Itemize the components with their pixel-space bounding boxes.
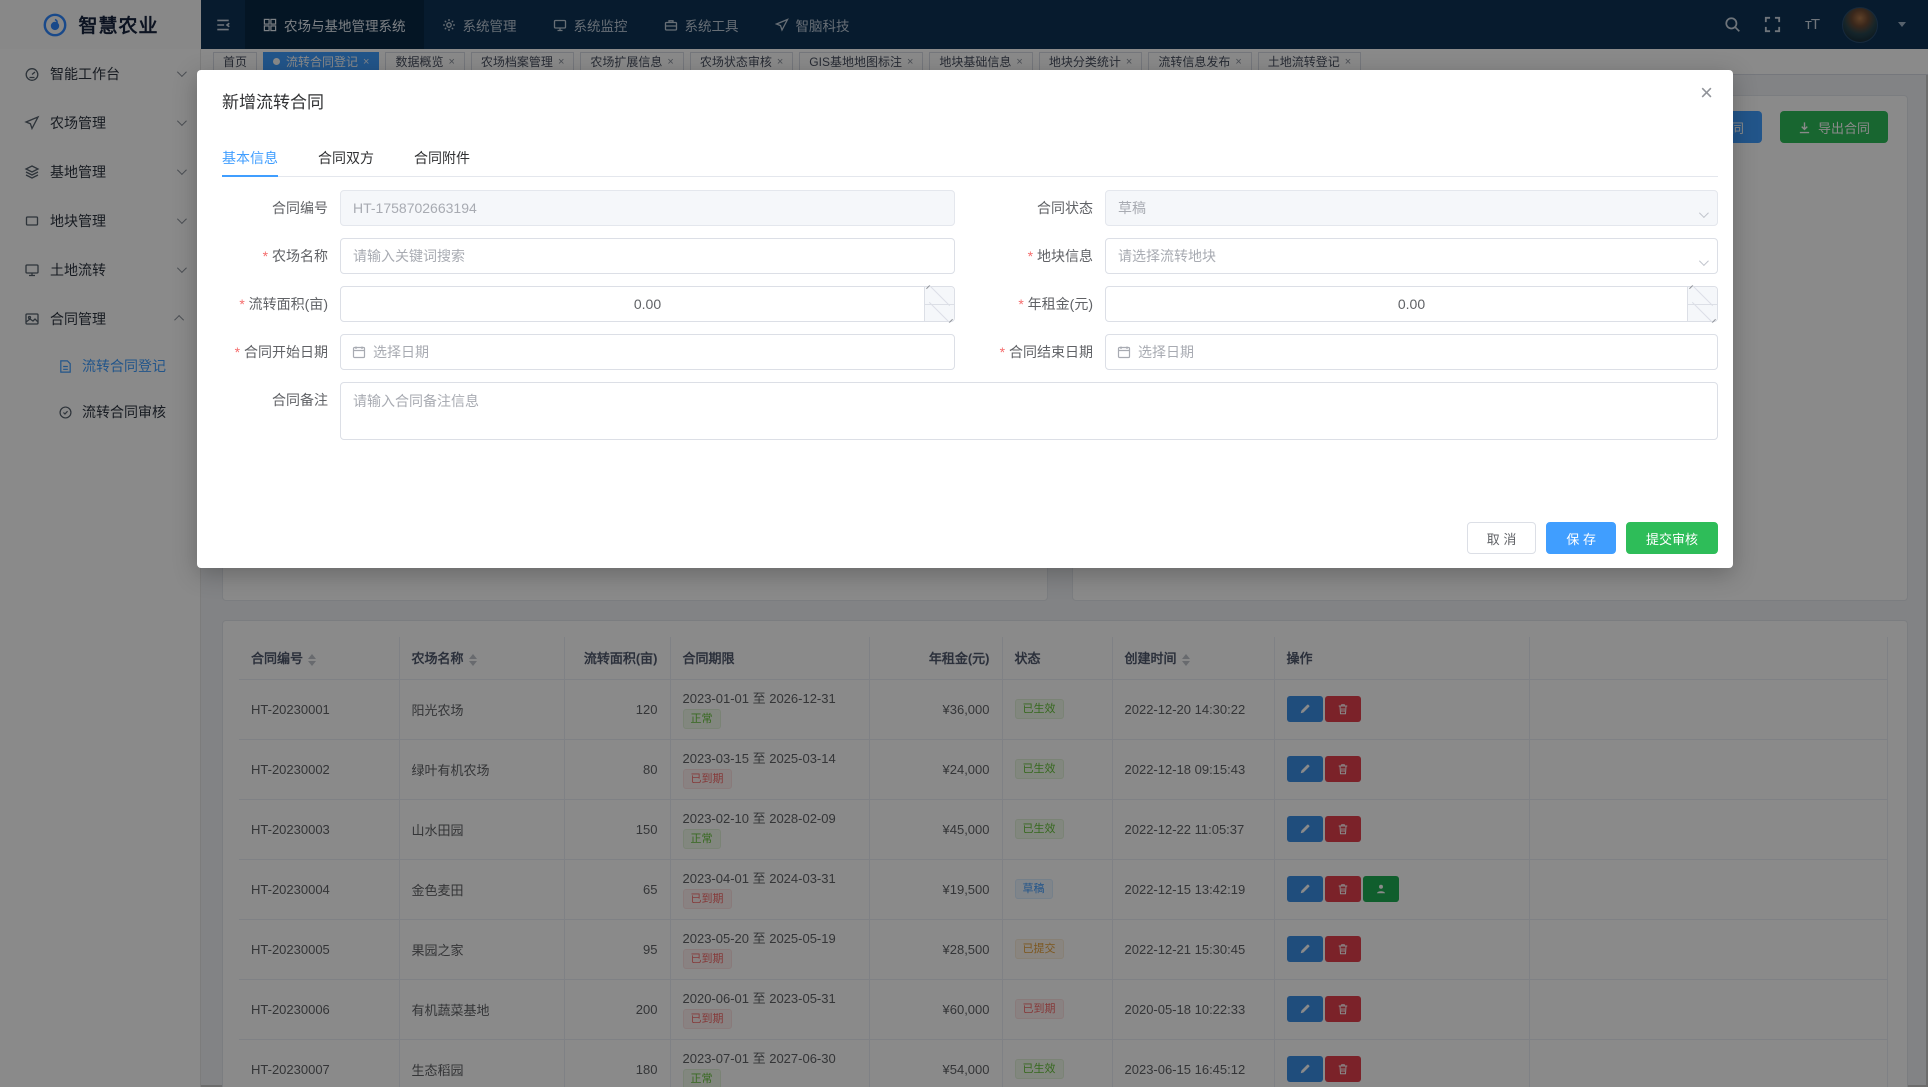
dialog-tabs: 基本信息 合同双方 合同附件 (222, 148, 1718, 177)
farm-name-field[interactable] (340, 238, 955, 274)
contract-no-label: 合同编号 (222, 198, 340, 218)
contract-status-value (1106, 191, 1717, 225)
calendar-icon (1117, 345, 1131, 359)
farm-name-label: 农场名称 (222, 246, 340, 266)
annual-rent-input[interactable] (1106, 287, 1717, 321)
end-date-picker[interactable] (1105, 334, 1718, 370)
dialog-footer: 取 消 保 存 提交审核 (1467, 522, 1718, 554)
contract-form: 合同编号 合同状态 农场名称 地块信息 (222, 190, 1718, 452)
plot-info-select[interactable] (1105, 238, 1718, 274)
contract-status-select (1105, 190, 1718, 226)
number-spinner (1687, 287, 1717, 321)
start-date-picker[interactable] (340, 334, 955, 370)
tab-contract-attachments[interactable]: 合同附件 (414, 148, 470, 176)
transfer-area-label: 流转面积(亩) (222, 294, 340, 314)
tab-contract-parties[interactable]: 合同双方 (318, 148, 374, 176)
decrease-icon[interactable] (925, 305, 954, 322)
app-window: 智慧农业 农场与基地管理系统 系统管理 系统监控 系统工具 (0, 0, 1928, 1087)
number-spinner (924, 287, 954, 321)
annual-rent-label: 年租金(元) (955, 294, 1105, 314)
annual-rent-stepper[interactable] (1105, 286, 1718, 322)
contract-status-label: 合同状态 (955, 198, 1105, 218)
plot-info-value[interactable] (1106, 239, 1717, 273)
contract-no-field (340, 190, 955, 226)
contract-no-input (341, 191, 954, 225)
start-date-label: 合同开始日期 (222, 342, 340, 362)
dialog-title: 新增流转合同 (222, 88, 324, 113)
start-date-input[interactable] (366, 335, 954, 369)
new-contract-dialog: 新增流转合同 × 基本信息 合同双方 合同附件 合同编号 合同状态 (197, 70, 1733, 568)
end-date-label: 合同结束日期 (955, 342, 1105, 362)
submit-review-button[interactable]: 提交审核 (1626, 522, 1718, 554)
remark-textarea[interactable] (340, 382, 1718, 440)
end-date-input[interactable] (1131, 335, 1717, 369)
tab-basic-info[interactable]: 基本信息 (222, 148, 278, 176)
chevron-down-icon (1699, 253, 1706, 271)
plot-info-label: 地块信息 (955, 246, 1105, 266)
transfer-area-input[interactable] (341, 287, 954, 321)
decrease-icon[interactable] (1688, 305, 1717, 322)
save-button[interactable]: 保 存 (1546, 522, 1616, 554)
cancel-button[interactable]: 取 消 (1467, 522, 1537, 554)
remark-label: 合同备注 (222, 382, 340, 410)
close-icon[interactable]: × (1700, 82, 1713, 104)
farm-name-input[interactable] (341, 239, 954, 273)
chevron-down-icon (1699, 205, 1706, 223)
calendar-icon (352, 345, 366, 359)
transfer-area-stepper[interactable] (340, 286, 955, 322)
